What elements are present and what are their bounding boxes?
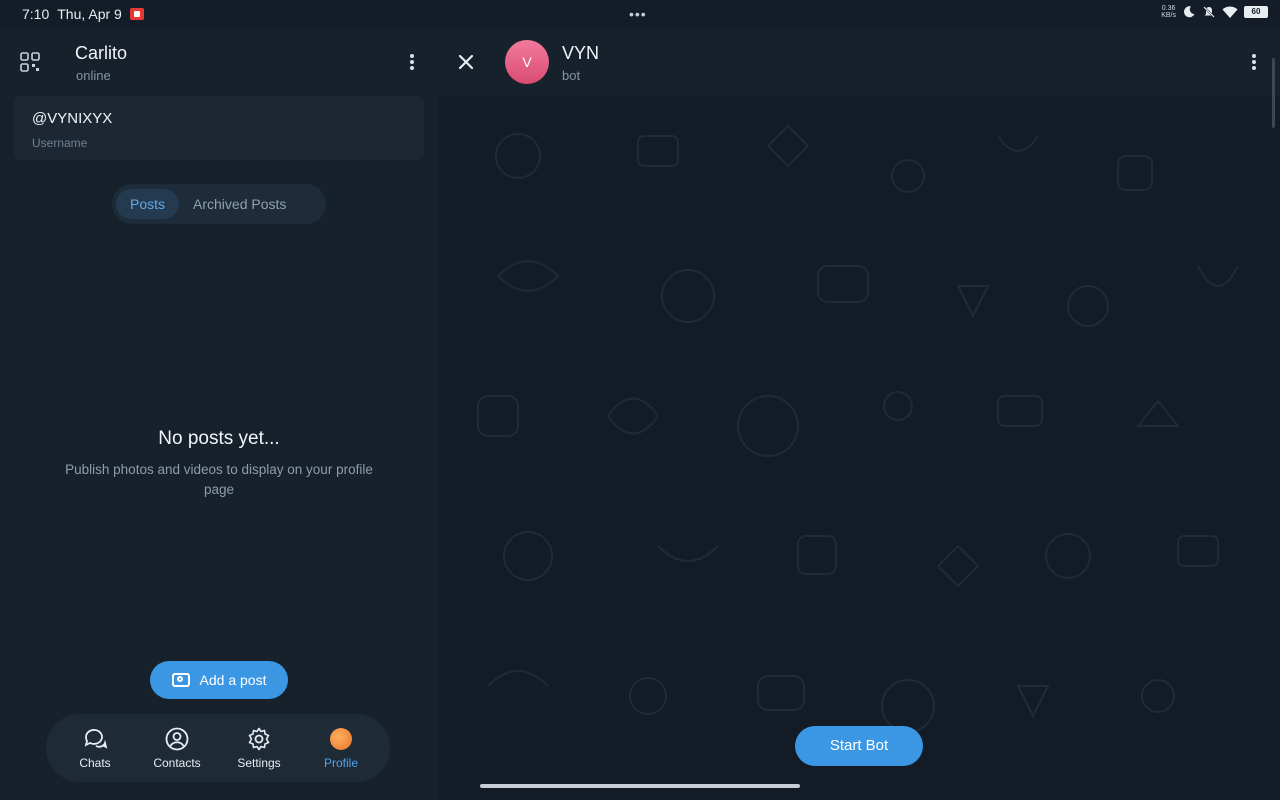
home-indicator[interactable] bbox=[480, 784, 800, 788]
app-root: 7:10 Thu, Apr 9 ••• 0.36 KB/s 60 Carlito… bbox=[0, 0, 1280, 800]
nav-chats[interactable]: Chats bbox=[59, 726, 131, 770]
profile-name: Carlito bbox=[75, 43, 128, 63]
camera-icon bbox=[171, 673, 190, 687]
network-speed: 0.36 KB/s bbox=[1161, 5, 1176, 19]
username-value: @VYNIXYX bbox=[32, 110, 113, 127]
profile-more-menu-icon[interactable] bbox=[404, 52, 420, 74]
profile-avatar-icon bbox=[328, 726, 354, 752]
chat-header: V VYN bot bbox=[438, 28, 1280, 96]
add-post-label: Add a post bbox=[199, 672, 267, 688]
chat-background-pattern bbox=[477, 124, 1239, 733]
status-bar: 7:10 Thu, Apr 9 ••• 0.36 KB/s 60 bbox=[0, 0, 1280, 28]
multitask-dots[interactable]: ••• bbox=[629, 6, 647, 22]
status-date: Thu, Apr 9 bbox=[57, 6, 122, 22]
chat-panel: V VYN bot Start Bot bbox=[438, 28, 1280, 800]
add-post-button[interactable]: Add a post bbox=[150, 661, 288, 699]
nav-contacts-label: Contacts bbox=[153, 756, 201, 770]
qr-code-icon[interactable] bbox=[20, 52, 40, 72]
bottom-navigation: Chats Contacts Settings Profile bbox=[46, 714, 390, 782]
tab-archived-posts[interactable]: Archived Posts bbox=[179, 189, 300, 219]
status-right: 0.36 KB/s 60 bbox=[1161, 5, 1268, 19]
network-speed-value: 0.36 bbox=[1161, 5, 1176, 12]
tab-posts[interactable]: Posts bbox=[116, 189, 180, 219]
username-card[interactable]: @VYNIXYX Username bbox=[14, 96, 424, 160]
nav-chats-label: Chats bbox=[79, 756, 111, 770]
gear-icon bbox=[248, 727, 270, 751]
nav-profile-label: Profile bbox=[323, 756, 358, 770]
chat-bubbles-icon bbox=[84, 729, 108, 749]
status-time: 7:10 bbox=[22, 6, 50, 22]
close-icon[interactable] bbox=[454, 50, 478, 74]
nav-settings[interactable]: Settings bbox=[223, 726, 295, 770]
profile-header: Carlito online bbox=[0, 28, 438, 96]
moon-icon bbox=[1183, 6, 1195, 18]
status-left: 7:10 Thu, Apr 9 bbox=[22, 6, 144, 22]
empty-state-description: Publish photos and videos to display on … bbox=[65, 462, 373, 497]
bot-avatar[interactable]: V bbox=[505, 40, 549, 84]
person-circle-icon bbox=[165, 727, 189, 751]
chat-more-menu-icon[interactable] bbox=[1246, 52, 1262, 74]
posts-tabs: Posts Archived Posts bbox=[112, 184, 326, 224]
network-speed-unit: KB/s bbox=[1161, 12, 1176, 19]
profile-panel: Carlito online @VYNIXYX Username Posts A… bbox=[0, 28, 438, 800]
profile-status: online bbox=[76, 68, 111, 83]
nav-contacts[interactable]: Contacts bbox=[141, 726, 213, 770]
battery-icon: 60 bbox=[1244, 6, 1268, 18]
chat-title[interactable]: VYN bbox=[562, 43, 599, 64]
start-bot-button[interactable]: Start Bot bbox=[795, 726, 923, 766]
empty-state-title: No posts yet... bbox=[158, 428, 280, 449]
nav-settings-label: Settings bbox=[237, 756, 281, 770]
chat-subtitle: bot bbox=[562, 68, 581, 83]
mute-icon bbox=[1203, 6, 1215, 18]
username-label: Username bbox=[32, 136, 88, 150]
youtube-notification-icon bbox=[129, 8, 144, 20]
nav-profile[interactable]: Profile bbox=[305, 726, 377, 770]
wifi-icon bbox=[1222, 6, 1238, 18]
